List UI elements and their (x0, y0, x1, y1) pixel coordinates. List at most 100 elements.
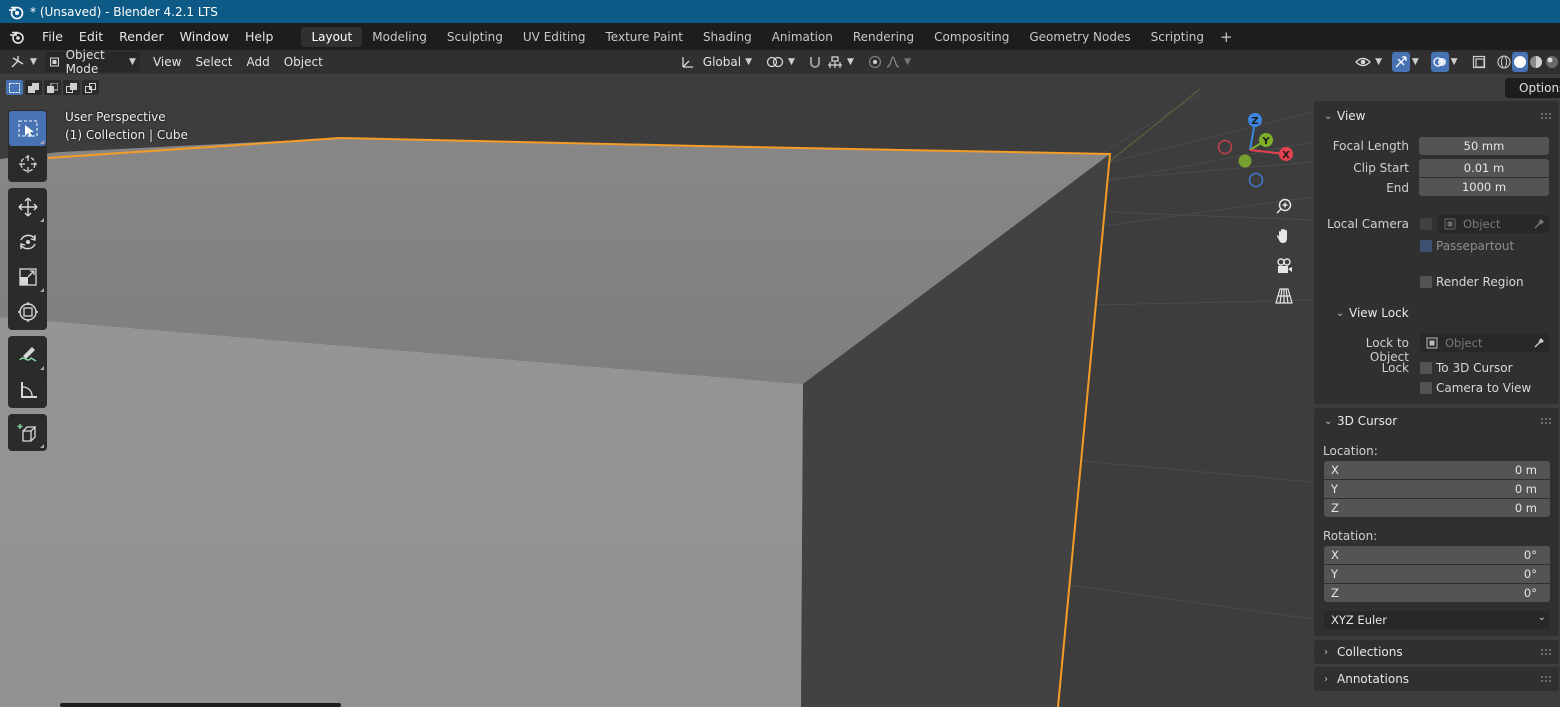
shading-rendered-button[interactable] (1544, 52, 1560, 72)
gizmo-dropdown[interactable]: ▼ (1412, 52, 1419, 72)
collection-label: (1) Collection | Cube (65, 128, 188, 142)
annotations-header[interactable]: › Annotations (1324, 672, 1409, 686)
rotate-tool[interactable] (9, 224, 46, 259)
drag-handle-icon[interactable] (1541, 113, 1551, 119)
gizmo-toggle[interactable] (1392, 52, 1410, 72)
orientation-dropdown[interactable]: Global ▼ (677, 52, 756, 72)
overlays-dropdown[interactable]: ▼ (1451, 52, 1458, 72)
snap-toggle[interactable] (807, 52, 823, 72)
options-button[interactable]: Options (1505, 78, 1560, 98)
camera-view-button[interactable] (1272, 254, 1296, 278)
menu-object[interactable]: Object (277, 52, 330, 72)
lock-to-object-field[interactable]: Object (1420, 334, 1549, 352)
falloff-dropdown[interactable]: ▼ (884, 52, 913, 72)
select-box-icon (18, 120, 37, 137)
location-x-field[interactable]: X 0 m (1324, 461, 1550, 479)
shading-solid-button[interactable] (1511, 52, 1528, 72)
tab-layout[interactable]: Layout (301, 26, 363, 47)
navigation-gizmo[interactable]: Z Y X (1205, 110, 1305, 190)
chevron-down-icon: ⌄ (1336, 307, 1345, 319)
collections-header[interactable]: › Collections (1324, 645, 1403, 659)
focal-length-field[interactable]: 50 mm (1419, 137, 1549, 155)
clip-start-field[interactable]: 0.01 m (1419, 159, 1549, 177)
rotation-x-field[interactable]: X 0° (1324, 546, 1550, 564)
projection-toggle-button[interactable] (1272, 284, 1296, 308)
visibility-dropdown[interactable]: ▼ (1353, 52, 1384, 72)
passepartout-checkbox[interactable] (1420, 240, 1432, 252)
local-camera-checkbox[interactable] (1420, 218, 1432, 230)
select-intersect-button[interactable] (82, 80, 99, 95)
drag-handle-icon[interactable] (1541, 676, 1551, 682)
tab-modeling[interactable]: Modeling (362, 27, 437, 47)
location-x-value: 0 m (1514, 463, 1537, 477)
menu-select[interactable]: Select (188, 52, 239, 72)
eyedropper-icon[interactable] (1533, 218, 1545, 230)
view-lock-title: View Lock (1349, 306, 1409, 320)
blender-menu-icon[interactable] (0, 29, 34, 45)
menu-render[interactable]: Render (111, 27, 172, 47)
menu-file[interactable]: File (34, 27, 71, 47)
select-extend-button[interactable] (25, 80, 42, 95)
scale-tool[interactable] (9, 259, 46, 294)
tab-animation[interactable]: Animation (762, 27, 843, 47)
shading-material-button[interactable] (1528, 52, 1544, 72)
tab-scripting[interactable]: Scripting (1141, 27, 1214, 47)
eyedropper-icon[interactable] (1533, 337, 1545, 349)
select-box-tool[interactable] (9, 111, 46, 146)
add-workspace-button[interactable]: + (1214, 28, 1239, 46)
menu-window[interactable]: Window (172, 27, 237, 47)
select-subtract-button[interactable] (44, 80, 61, 95)
mode-dropdown[interactable]: Object Mode ▼ (44, 48, 140, 76)
xray-toggle[interactable] (1472, 52, 1486, 72)
lock-to-3d-cursor-checkbox[interactable] (1420, 362, 1432, 374)
menu-add[interactable]: Add (239, 52, 276, 72)
clip-end-field[interactable]: 1000 m (1419, 178, 1549, 196)
menu-help[interactable]: Help (237, 27, 282, 47)
rotation-mode-dropdown[interactable]: XYZ Euler ⌄ (1324, 611, 1550, 629)
overlays-toggle[interactable] (1430, 52, 1449, 72)
annotate-tool[interactable] (9, 337, 46, 372)
tab-uv-editing[interactable]: UV Editing (513, 27, 596, 47)
cursor-tool[interactable] (9, 146, 46, 181)
collections-panel[interactable]: › Collections (1314, 640, 1559, 664)
tab-shading[interactable]: Shading (693, 27, 762, 47)
camera-icon (1277, 258, 1292, 273)
rotation-z-value: 0° (1523, 586, 1537, 600)
rotation-z-field[interactable]: Z 0° (1324, 584, 1550, 602)
tool-variant-indicator (40, 288, 44, 292)
view-panel-header[interactable]: ⌄ View (1324, 109, 1365, 123)
pan-button[interactable] (1272, 224, 1296, 248)
render-region-checkbox[interactable] (1420, 276, 1432, 288)
menu-edit[interactable]: Edit (71, 27, 111, 47)
select-new-button[interactable] (6, 80, 23, 95)
editor-type-button[interactable]: ▼ (10, 52, 39, 72)
measure-tool[interactable] (9, 372, 46, 407)
local-camera-object-field[interactable]: Object (1438, 215, 1549, 233)
tab-sculpting[interactable]: Sculpting (437, 27, 513, 47)
drag-handle-icon[interactable] (1541, 418, 1551, 424)
shading-wireframe-button[interactable] (1496, 52, 1512, 72)
select-invert-button[interactable] (63, 80, 80, 95)
view-lock-header[interactable]: ⌄ View Lock (1336, 306, 1409, 320)
location-y-field[interactable]: Y 0 m (1324, 480, 1550, 498)
move-tool[interactable] (9, 189, 46, 224)
3d-cursor-header[interactable]: ⌄ 3D Cursor (1324, 414, 1397, 428)
drag-handle-icon[interactable] (1541, 649, 1551, 655)
pivot-dropdown[interactable]: ▼ (764, 52, 797, 72)
transform-tool[interactable] (9, 294, 46, 329)
tab-compositing[interactable]: Compositing (924, 27, 1019, 47)
tab-rendering[interactable]: Rendering (843, 27, 924, 47)
annotations-panel[interactable]: › Annotations (1314, 667, 1559, 691)
add-cube-tool[interactable] (9, 415, 46, 450)
location-z-field[interactable]: Z 0 m (1324, 499, 1550, 517)
proportional-editing-toggle[interactable] (868, 52, 882, 72)
tab-texture-paint[interactable]: Texture Paint (596, 27, 693, 47)
snap-target-dropdown[interactable]: ▼ (825, 52, 856, 72)
orientation-icon (682, 57, 693, 68)
menu-view[interactable]: View (146, 52, 188, 72)
tab-geometry-nodes[interactable]: Geometry Nodes (1019, 27, 1140, 47)
camera-to-view-checkbox[interactable] (1420, 382, 1432, 394)
3d-viewport[interactable]: User Perspective (1) Collection | Cube Z… (0, 74, 1313, 707)
zoom-button[interactable] (1272, 194, 1296, 218)
rotation-y-field[interactable]: Y 0° (1324, 565, 1550, 583)
